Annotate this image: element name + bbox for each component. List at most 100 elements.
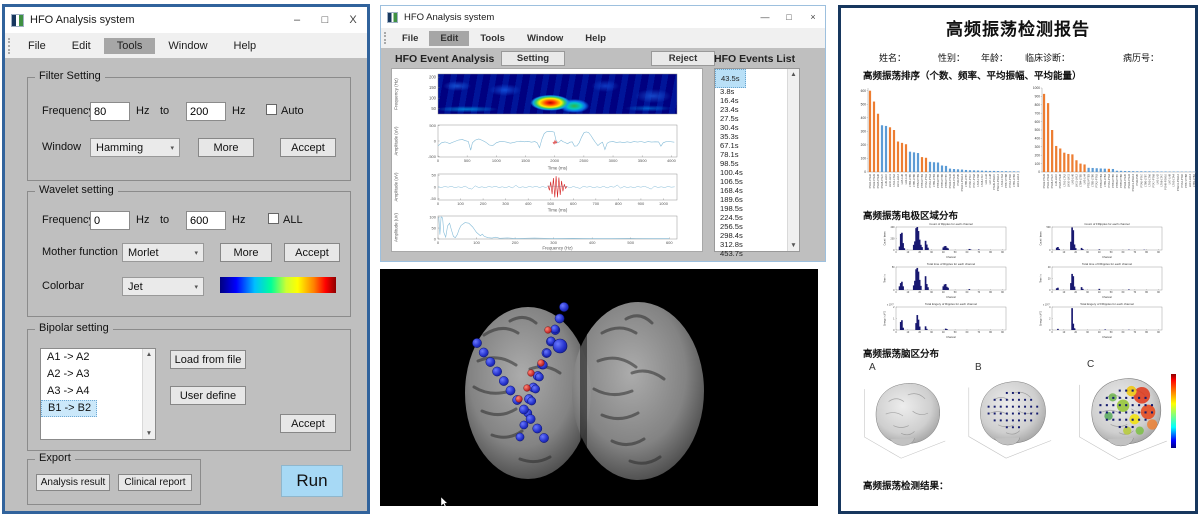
event-list-item[interactable]: 43.5s — [715, 69, 746, 88]
clinical-report-button[interactable]: Clinical report — [118, 474, 192, 491]
setting-button[interactable]: Setting — [501, 51, 565, 66]
mother-function-select[interactable]: Morlet ▾ — [122, 243, 204, 262]
svg-text:PTA7-PTA8: PTA7-PTA8 — [1151, 173, 1155, 187]
wavelet-more-button[interactable]: More — [220, 243, 272, 262]
bipolar-list-item[interactable]: A2 -> A3 — [41, 366, 142, 383]
load-from-file-button[interactable]: Load from file — [170, 350, 246, 369]
filter-accept-button[interactable]: Accept — [280, 138, 336, 157]
wavelet-accept-button[interactable]: Accept — [284, 243, 340, 262]
event-list-item[interactable]: 67.1s — [715, 141, 787, 150]
hfo-analysis-window: HFO Analysis system — □ × FileEditToolsW… — [380, 5, 826, 262]
analysis-result-button[interactable]: Analysis result — [36, 474, 110, 491]
event-list-item[interactable]: 27.5s — [715, 114, 787, 123]
svg-text:PTB3-PTB4: PTB3-PTB4 — [1099, 173, 1103, 187]
minimize-button[interactable]: — — [753, 6, 777, 28]
all-checkbox[interactable] — [268, 213, 279, 224]
frequency-label: Frequency — [42, 105, 94, 117]
menu-item-help[interactable]: Help — [221, 38, 270, 54]
svg-text:500: 500 — [861, 102, 867, 106]
menu-item-help[interactable]: Help — [574, 31, 617, 46]
event-list-item[interactable]: 23.4s — [715, 105, 787, 114]
scrollbar[interactable]: ▲ ▼ — [787, 69, 799, 251]
menu-item-tools[interactable]: Tools — [104, 38, 156, 54]
section-brain-heading: 高频振荡脑区分布 — [863, 346, 939, 360]
window-label: Window — [42, 141, 81, 153]
svg-text:LH11-LH12: LH11-LH12 — [1074, 173, 1078, 187]
event-list-item[interactable]: 98.5s — [715, 159, 787, 168]
svg-text:PTA2-PTA3: PTA2-PTA3 — [924, 173, 928, 187]
run-button[interactable]: Run — [281, 465, 343, 497]
event-list-item[interactable]: 16.4s — [715, 96, 787, 105]
reject-button[interactable]: Reject — [651, 51, 715, 66]
mouse-cursor — [441, 497, 447, 506]
svg-text:50: 50 — [892, 266, 895, 269]
all-label: ALL — [283, 214, 303, 226]
menu-item-edit[interactable]: Edit — [59, 38, 104, 54]
svg-text:500: 500 — [627, 240, 634, 245]
menu-item-tools[interactable]: Tools — [469, 31, 516, 46]
svg-text:Time / s: Time / s — [884, 273, 887, 282]
menu-item-window[interactable]: Window — [155, 38, 220, 54]
svg-text:PSH2-PSH3: PSH2-PSH3 — [872, 173, 876, 188]
event-list-item[interactable]: 198.5s — [715, 204, 787, 213]
filter-setting-group: Filter Setting Frequency Hz to Hz Auto W… — [27, 77, 351, 181]
event-list-item[interactable]: 189.6s — [715, 195, 787, 204]
hfo-events-listbox[interactable]: 1.3s2.7s3.8s16.4s23.4s27.5s30.4s35.3s43.… — [714, 68, 800, 252]
scroll-up-icon[interactable]: ▲ — [146, 349, 152, 360]
event-list-item[interactable]: 3.8s — [715, 87, 787, 96]
minimize-button[interactable]: – — [283, 7, 311, 33]
svg-text:Frequency (Hz): Frequency (Hz) — [394, 78, 399, 110]
maximize-button[interactable]: □ — [311, 7, 339, 33]
event-list-item[interactable]: 30.4s — [715, 123, 787, 132]
event-list-item[interactable]: 312.8s — [715, 240, 787, 249]
event-list-item[interactable]: 35.3s — [715, 132, 787, 141]
bipolar-list-item[interactable]: B1 -> B2 — [41, 400, 97, 417]
filter-more-button[interactable]: More — [198, 138, 254, 157]
bipolar-list-item[interactable]: A3 -> A4 — [41, 383, 142, 400]
bipolar-accept-button[interactable]: Accept — [280, 414, 336, 433]
menu-item-file[interactable]: File — [391, 31, 429, 46]
close-button[interactable]: × — [801, 6, 825, 28]
filter-low-input[interactable] — [90, 102, 130, 121]
event-list-item[interactable]: 100.4s — [715, 168, 787, 177]
event-list-item[interactable]: 256.5s — [715, 222, 787, 231]
svg-text:LTA3-LTA4: LTA3-LTA4 — [1172, 173, 1176, 186]
event-list-item[interactable]: 298.4s — [715, 231, 787, 240]
svg-text:LH5-LH6: LH5-LH6 — [1070, 173, 1074, 184]
svg-text:Time / s: Time / s — [1040, 273, 1043, 282]
svg-text:300: 300 — [550, 240, 557, 245]
bipolar-list-item[interactable]: A1 -> A2 — [41, 349, 142, 366]
event-list-item[interactable]: 78.1s — [715, 150, 787, 159]
user-define-button[interactable]: User define — [170, 386, 246, 405]
scroll-up-icon[interactable]: ▲ — [790, 69, 796, 80]
wavelet-high-input[interactable] — [186, 211, 226, 230]
svg-text:400: 400 — [1035, 137, 1041, 141]
svg-text:LTB5-LTB6: LTB5-LTB6 — [912, 173, 916, 186]
svg-text:PTA7-PTA8: PTA7-PTA8 — [972, 173, 976, 187]
event-list-item[interactable]: 224.5s — [715, 213, 787, 222]
app-icon — [11, 14, 24, 27]
menu-item-window[interactable]: Window — [516, 31, 574, 46]
svg-text:60: 60 — [1122, 251, 1125, 254]
scrollbar[interactable]: ▲ ▼ — [142, 349, 155, 439]
maximize-button[interactable]: □ — [777, 6, 801, 28]
svg-text:700: 700 — [1035, 111, 1041, 115]
filter-high-input[interactable] — [186, 102, 226, 121]
brain-render-c — [1069, 360, 1173, 468]
event-list-item[interactable]: 168.4s — [715, 186, 787, 195]
menu-item-file[interactable]: File — [15, 38, 59, 54]
window-select[interactable]: Hamming ▾ — [90, 138, 180, 157]
event-list-item[interactable]: 106.5s — [715, 177, 787, 186]
app-icon — [387, 12, 398, 23]
bipolar-listbox[interactable]: A1 -> A2A2 -> A3A3 -> A4B1 -> B2B2 -> B3… — [40, 348, 156, 440]
scroll-down-icon[interactable]: ▼ — [790, 240, 796, 251]
svg-text:Total time of Ripples for each: Total time of Ripples for each channel — [927, 262, 976, 266]
scroll-down-icon[interactable]: ▼ — [146, 428, 152, 439]
close-button[interactable]: X — [339, 7, 367, 33]
wavelet-low-input[interactable] — [90, 211, 130, 230]
svg-text:100: 100 — [429, 96, 437, 101]
auto-checkbox[interactable] — [266, 104, 277, 115]
menu-item-edit[interactable]: Edit — [429, 31, 469, 46]
colorbar-select[interactable]: Jet ▾ — [122, 277, 204, 296]
event-list-item[interactable]: 453.7s — [715, 249, 787, 258]
